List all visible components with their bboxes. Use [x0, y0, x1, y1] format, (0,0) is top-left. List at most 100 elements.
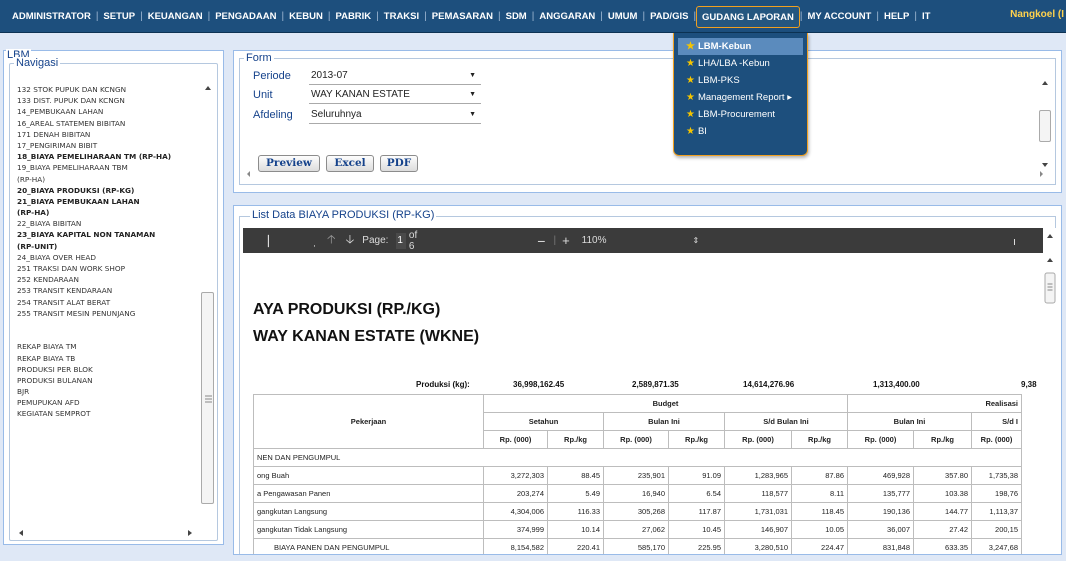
zoom-in-icon[interactable]: +	[562, 233, 570, 248]
table-cell: 135,777	[847, 484, 914, 503]
column-header: Rp. (000)	[724, 430, 792, 449]
menu-item-pad-gis[interactable]: PAD/GIS	[645, 6, 693, 28]
zoom-level[interactable]: 110%	[582, 235, 607, 246]
search-icon[interactable]	[313, 234, 316, 248]
next-page-icon[interactable]: 🡣	[346, 230, 355, 251]
nav-item	[17, 319, 207, 330]
menu-item-administrator[interactable]: ADMINISTRATOR	[7, 6, 96, 28]
menu-item-help[interactable]: HELP	[879, 6, 914, 28]
zoom-out-icon[interactable]: −	[537, 233, 545, 249]
afdeling-select[interactable]: Seluruhnya ▼	[309, 109, 481, 124]
nav-item[interactable]: 24_BIAYA OVER HEAD	[17, 252, 207, 263]
table-cell: 224.47	[791, 538, 848, 554]
produksi-label: Produksi (kg):	[416, 380, 470, 389]
horizontal-scroll-arrows-icon	[19, 530, 192, 536]
dropdown-item-bi[interactable]: ★ BI	[678, 123, 803, 140]
nav-item[interactable]: (RP-UNIT)	[17, 241, 207, 252]
nav-item[interactable]: 132 STOK PUPUK DAN KCNGN	[17, 84, 207, 95]
nav-item[interactable]: 171 DENAH BIBITAN	[17, 129, 207, 140]
page-number-input[interactable]: 1	[396, 232, 406, 249]
realisasi-header: Realisasi	[847, 394, 1022, 413]
nav-item[interactable]: KEGIATAN SEMPROT	[17, 408, 207, 419]
menu-item-sdm[interactable]: SDM	[501, 6, 532, 28]
nav-item[interactable]: 17_PENGIRIMAN BIBIT	[17, 140, 207, 151]
sidebar-toggle-icon[interactable]	[267, 234, 270, 248]
dropdown-item-label: LHA/LBA -Kebun	[697, 58, 770, 69]
table-cell: 200,15	[971, 520, 1022, 539]
menu-item-keuangan[interactable]: KEUANGAN	[143, 6, 208, 28]
table-cell: 88.45	[547, 466, 604, 485]
table-row: ong Buah 3,272,303 88.45 235,901 91.09 1,283,…	[253, 466, 1022, 485]
nav-item[interactable]: 133 DIST. PUPUK DAN KCNGN	[17, 95, 207, 106]
navigasi-horizontal-scrollbar[interactable]	[15, 527, 197, 539]
form-scroll-thumb[interactable]	[1039, 110, 1051, 142]
nav-item[interactable]: 19_BIAYA PEMELIHARAAN TBM	[17, 162, 207, 173]
nav-item[interactable]: (RP-HA)	[17, 207, 207, 218]
table-cell: 3,280,510	[724, 538, 792, 554]
nav-item[interactable]: PRODUKSI PER BLOK	[17, 364, 207, 375]
column-header: Rp. (000)	[847, 430, 914, 449]
nav-item[interactable]: PEMUPUKAN AFD	[17, 397, 207, 408]
table-cell: 3,272,303	[483, 466, 548, 485]
nav-item[interactable]: 23_BIAYA KAPITAL NON TANAMAN	[17, 229, 207, 240]
navigasi-vertical-scrollbar[interactable]	[201, 82, 215, 505]
nav-item[interactable]: 18_BIAYA PEMELIHARAAN TM (RP-HA)	[17, 151, 207, 162]
nav-item[interactable]: REKAP BIAYA TB	[17, 353, 207, 364]
nav-item[interactable]: 16_AREAL STATEMEN BIBITAN	[17, 118, 207, 129]
nav-item[interactable]: 251 TRAKSI DAN WORK SHOP	[17, 263, 207, 274]
column-header: Rp./kg	[668, 430, 725, 449]
table-cell: 10.14	[547, 520, 604, 539]
table-cell: 144.77	[913, 502, 972, 521]
nav-item[interactable]: BJR	[17, 386, 207, 397]
menu-item-pengadaan[interactable]: PENGADAAN	[210, 6, 281, 28]
zoom-dropdown-icon[interactable]: ⇕	[693, 236, 700, 245]
download-icon[interactable]	[1027, 234, 1030, 248]
form-vertical-scrollbar[interactable]	[1039, 77, 1051, 173]
dropdown-item-lbm-pks[interactable]: ★ LBM-PKS	[678, 72, 803, 89]
dropdown-item-lha-lba-kebun[interactable]: ★ LHA/LBA -Kebun	[678, 55, 803, 72]
table-cell: 116.33	[547, 502, 604, 521]
table-cell: 235,901	[603, 466, 669, 485]
table-cell: 117.87	[668, 502, 725, 521]
print-icon[interactable]	[1013, 234, 1016, 248]
nav-item[interactable]: PRODUKSI BULANAN	[17, 375, 207, 386]
unit-select[interactable]: WAY KANAN ESTATE ▼	[309, 89, 481, 104]
table-cell: 10.45	[668, 520, 725, 539]
navigasi-scroll-thumb[interactable]	[201, 292, 214, 504]
nav-item[interactable]: 21_BIAYA PEMBUKAAN LAHAN	[17, 196, 207, 207]
nav-item[interactable]: 252 KENDARAAN	[17, 274, 207, 285]
menu-item-it[interactable]: IT	[917, 6, 935, 28]
menu-item-traksi[interactable]: TRAKSI	[379, 6, 424, 28]
periode-select[interactable]: 2013-07 ▼	[309, 70, 481, 85]
table-cell: 198,76	[971, 484, 1022, 503]
menu-item-setup[interactable]: SETUP	[98, 6, 140, 28]
previous-page-icon[interactable]: 🡡	[327, 230, 336, 251]
menu-item-my-account[interactable]: MY ACCOUNT	[803, 6, 877, 28]
menu-item-anggaran[interactable]: ANGGARAN	[534, 6, 600, 28]
table-cell: 5.49	[547, 484, 604, 503]
nav-item[interactable]: 20_BIAYA PRODUKSI (RP-KG)	[17, 185, 207, 196]
nav-item[interactable]: 22_BIAYA BIBITAN	[17, 218, 207, 229]
menu-item-gudang-laporan[interactable]: GUDANG LAPORAN	[696, 5, 800, 28]
list-vertical-scrollbar[interactable]	[1043, 228, 1057, 554]
dropdown-item-management-report[interactable]: ★ Management Report ▸	[678, 89, 803, 106]
menu-item-pabrik[interactable]: PABRIK	[330, 6, 376, 28]
pdf-page: AYA PRODUKSI (RP./KG) WAY KANAN ESTATE (…	[243, 253, 1043, 554]
menu-item-umum[interactable]: UMUM	[603, 6, 643, 28]
dropdown-item-lbm-kebun[interactable]: ★ LBM-Kebun	[678, 38, 803, 55]
top-menu-bar: ADMINISTRATOR | SETUP | KEUANGAN | PENGADAAN | K…	[0, 0, 1066, 33]
user-name[interactable]: Nangkoel (I	[1010, 9, 1064, 20]
nav-item[interactable]: 254 TRANSIT ALAT BERAT	[17, 297, 207, 308]
lbm-panel: LBM Navigasi 132 STOK PUPUK DAN KCNGN 133…	[3, 49, 224, 545]
menu-item-pemasaran[interactable]: PEMASARAN	[427, 6, 498, 28]
budget-header: Budget	[483, 394, 848, 413]
nav-item[interactable]: REKAP BIAYA TM	[17, 341, 207, 352]
nav-item[interactable]: 253 TRANSIT KENDARAAN	[17, 285, 207, 296]
bulan-ini-header: Bulan Ini	[603, 412, 725, 431]
nav-item[interactable]: 255 TRANSIT MESIN PENUNJANG	[17, 308, 207, 319]
nav-item[interactable]: (RP-HA)	[17, 174, 207, 185]
produksi-setahun: 36,998,162.45	[513, 380, 565, 389]
menu-item-kebun[interactable]: KEBUN	[284, 6, 328, 28]
dropdown-item-lbm-procurement[interactable]: ★ LBM-Procurement	[678, 106, 803, 123]
nav-item[interactable]: 14_PEMBUKAAN LAHAN	[17, 106, 207, 117]
